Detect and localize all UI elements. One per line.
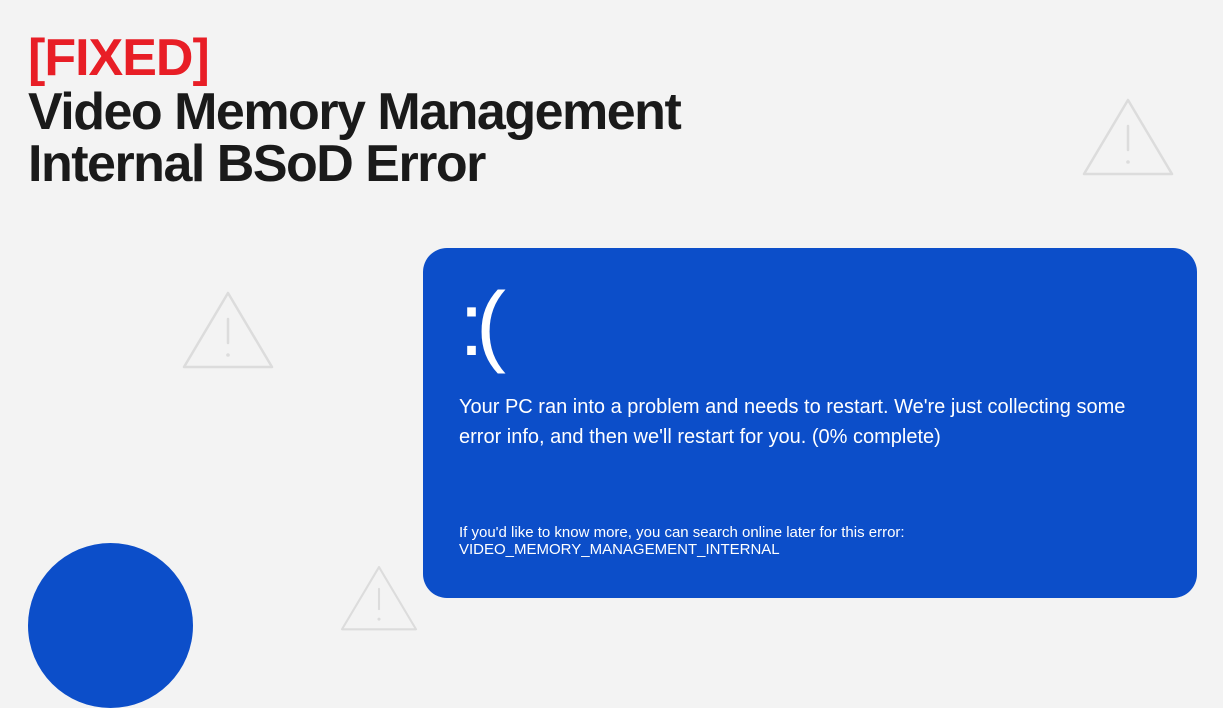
bsod-detail-prefix: If you'd like to know more, you can sear…: [459, 524, 905, 541]
title-line-2: Internal BSoD Error: [28, 136, 1203, 192]
decorative-circle: [28, 543, 193, 708]
title-line-1: Video Memory Management: [28, 84, 1203, 140]
fixed-tag: [FIXED]: [28, 28, 1203, 88]
article-header: [FIXED] Video Memory Management Internal…: [0, 0, 1223, 192]
warning-icon: [1078, 94, 1178, 182]
bsod-error-code: VIDEO_MEMORY_MANAGEMENT_INTERNAL: [459, 541, 780, 558]
sad-face-icon: :(: [459, 280, 1161, 370]
bsod-panel: :( Your PC ran into a problem and needs …: [423, 248, 1197, 598]
bsod-detail: If you'd like to know more, you can sear…: [459, 524, 1161, 558]
bsod-message: Your PC ran into a problem and needs to …: [459, 392, 1139, 452]
warning-icon: [336, 562, 422, 636]
warning-icon: [178, 287, 278, 375]
